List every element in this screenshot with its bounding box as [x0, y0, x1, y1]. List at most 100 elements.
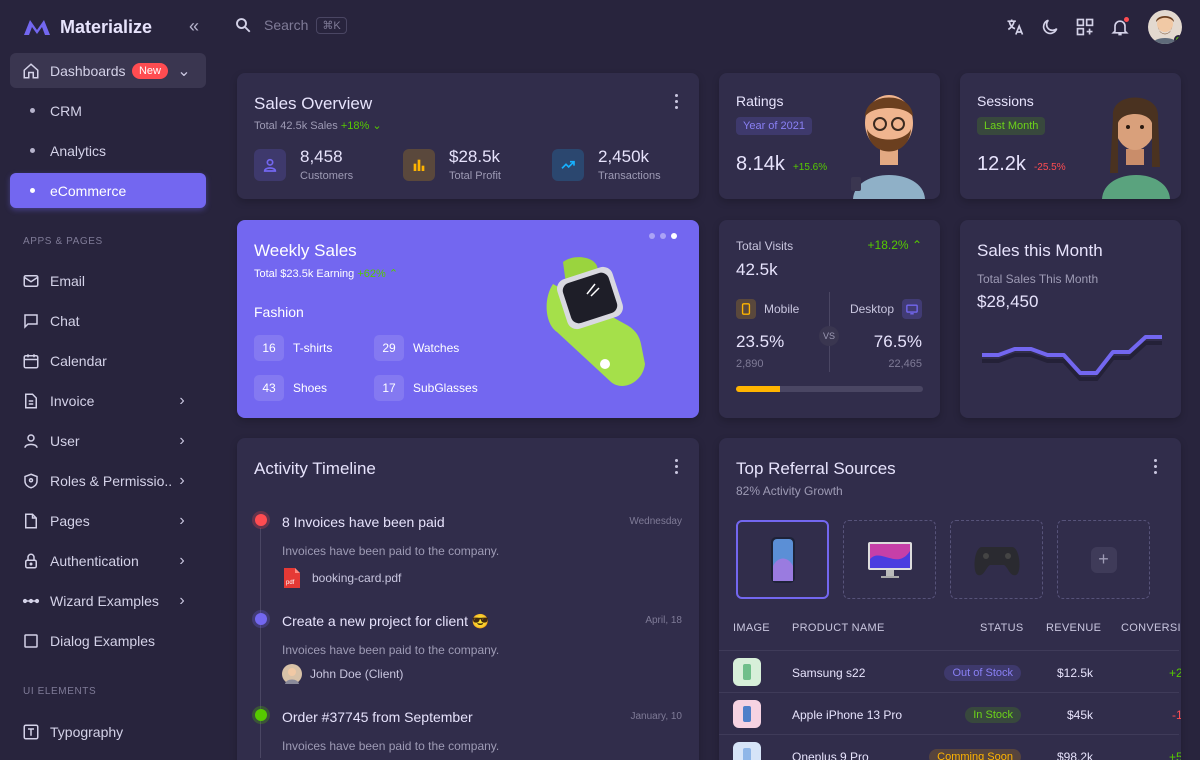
- conversion-value: -18%: [1172, 708, 1181, 722]
- plus-icon: +: [1090, 546, 1117, 573]
- sidebar-item-email[interactable]: Email: [10, 263, 206, 298]
- stat-value: 2,450k: [598, 147, 650, 166]
- weekly-subtitle-text: Total $23.5k Earning: [254, 268, 355, 280]
- sidebar-item-calendar[interactable]: Calendar: [10, 343, 206, 378]
- top-referral-card: Top Referral Sources 82% Activity Growth…: [719, 438, 1181, 760]
- activity-timeline-card: Activity Timeline 8 Invoices have been p…: [237, 438, 699, 760]
- weekly-sales-card: Weekly Sales Total $23.5k Earning +62% ⌃…: [237, 220, 699, 418]
- bullet-icon: [30, 108, 35, 113]
- trending-up-icon: [552, 148, 584, 181]
- chevron-right-icon: ›: [179, 391, 185, 409]
- sales-overview-card: Sales Overview Total 42.5k Sales +18% ⌄ …: [237, 73, 699, 199]
- tab-console[interactable]: [950, 520, 1043, 599]
- visits-progress-fill: [736, 386, 780, 392]
- attachment[interactable]: pdf booking-card.pdf: [282, 566, 401, 590]
- stat-value: 8,458: [300, 147, 343, 166]
- user-avatar[interactable]: [1148, 10, 1182, 44]
- sidebar-item-label: Authentication: [50, 552, 139, 569]
- sidebar-item-dashboards[interactable]: Dashboards New ⌄: [10, 53, 206, 88]
- product-image: [733, 742, 761, 760]
- sessions-card: Sessions Last Month 12.2k -25.5%: [960, 73, 1181, 199]
- user-icon: [22, 432, 50, 450]
- app-name: Materialize: [60, 16, 153, 37]
- timeline-title: 8 Invoices have been paid: [282, 514, 445, 530]
- tab-mobile[interactable]: [736, 520, 829, 599]
- card-title: Total Visits: [736, 239, 794, 253]
- visits-change: +18.2%: [867, 238, 909, 252]
- carousel-dot[interactable]: [649, 233, 655, 239]
- visits-progress-bar: [736, 386, 923, 392]
- table-row[interactable]: Apple iPhone 13 Pro In Stock $45k -18%: [719, 692, 1181, 734]
- sidebar-item-typography[interactable]: Typography: [10, 714, 206, 749]
- sidebar-item-ecommerce[interactable]: eCommerce: [10, 173, 206, 208]
- brand[interactable]: Materialize: [22, 14, 152, 40]
- timeline-dot: [255, 514, 267, 526]
- sidebar-item-chat[interactable]: Chat: [10, 303, 206, 338]
- collapse-sidebar-icon[interactable]: «: [184, 16, 204, 36]
- tab-desktop[interactable]: [843, 520, 936, 599]
- sidebar: Materialize « Dashboards New ⌄ CRM Analy…: [0, 0, 216, 760]
- timeline-dot: [255, 709, 267, 721]
- sessions-value: 12.2k: [977, 153, 1026, 175]
- sidebar-item-authentication[interactable]: Authentication ›: [10, 543, 206, 578]
- carousel-dot[interactable]: [660, 233, 666, 239]
- revenue-value: $45k: [1066, 708, 1093, 722]
- period-chip: Year of 2021: [736, 117, 812, 135]
- sidebar-item-invoice[interactable]: Invoice ›: [10, 383, 206, 418]
- online-status-dot: [1174, 35, 1182, 44]
- sales-trend-chart: [982, 335, 1162, 381]
- item-label: SubGlasses: [413, 381, 478, 395]
- theme-moon-icon[interactable]: [1039, 16, 1061, 38]
- sidebar-item-crm[interactable]: CRM: [10, 93, 206, 128]
- sidebar-item-wizard-examples[interactable]: Wizard Examples ›: [10, 583, 206, 618]
- sidebar-item-label: User: [50, 432, 80, 449]
- notification-dot: [1124, 17, 1129, 22]
- sidebar-item-pages[interactable]: Pages ›: [10, 503, 206, 538]
- translate-icon[interactable]: [1004, 16, 1026, 38]
- table-row[interactable]: Samsung s22 Out of Stock $12.5k +24%: [719, 650, 1181, 692]
- invoice-icon: [22, 392, 50, 410]
- sidebar-item-label: Email: [50, 272, 86, 289]
- sidebar-item-analytics[interactable]: Analytics: [10, 133, 206, 168]
- bar-chart-icon: [403, 148, 435, 181]
- stat-profit: $28.5k Total Profit: [403, 147, 501, 182]
- search-input[interactable]: Search ⌘K: [234, 16, 347, 34]
- search-shortcut: ⌘K: [316, 16, 347, 34]
- gamepad-icon: [974, 546, 1019, 575]
- more-options-icon[interactable]: [668, 91, 684, 111]
- product-name: Oneplus 9 Pro: [792, 750, 869, 760]
- more-options-icon[interactable]: [668, 456, 684, 476]
- timeline-date: April, 18: [645, 615, 682, 626]
- timeline-person[interactable]: John Doe (Client): [282, 664, 403, 684]
- search-icon: [236, 18, 251, 33]
- card-title: Top Referral Sources: [736, 459, 896, 478]
- sidebar-item-dialog-examples[interactable]: Dialog Examples: [10, 623, 206, 658]
- sidebar-item-label: Dashboards: [50, 62, 126, 79]
- revenue-value: $98.2k: [1056, 750, 1093, 760]
- more-options-icon[interactable]: [1147, 456, 1163, 476]
- sessions-change: -25.5%: [1033, 162, 1066, 173]
- timeline-line: [260, 528, 261, 758]
- dots-icon: [22, 592, 50, 610]
- sidebar-item-label: Chat: [50, 312, 80, 329]
- sidebar-item-user[interactable]: User ›: [10, 423, 206, 458]
- carousel-dot-active[interactable]: [671, 233, 677, 239]
- timeline-date: Wednesday: [629, 516, 682, 527]
- sales-month-card: Sales this Month Total Sales This Month …: [960, 220, 1181, 418]
- mobile-label-group: Mobile: [736, 299, 799, 319]
- item-label: Shoes: [293, 381, 328, 395]
- notification-bell-icon[interactable]: [1109, 16, 1131, 38]
- table-row[interactable]: Oneplus 9 Pro Comming Soon $98.2k +55%: [719, 734, 1181, 760]
- weekly-subtitle: Total $23.5k Earning +62% ⌃: [254, 267, 398, 280]
- carousel-indicators[interactable]: [649, 233, 677, 239]
- product-image: [733, 700, 761, 728]
- svg-text:pdf: pdf: [286, 580, 295, 586]
- item-count: 29: [374, 335, 404, 361]
- ratings-value: 8.14k: [736, 153, 785, 175]
- stat-customers: 8,458 Customers: [254, 147, 353, 182]
- item-count: 43: [254, 375, 284, 401]
- chevron-up-icon: ⌃: [911, 238, 922, 252]
- add-tab-button[interactable]: +: [1057, 520, 1150, 599]
- sidebar-item-roles-permissio[interactable]: Roles & Permissio... ›: [10, 463, 206, 498]
- shortcuts-grid-icon[interactable]: [1074, 16, 1096, 38]
